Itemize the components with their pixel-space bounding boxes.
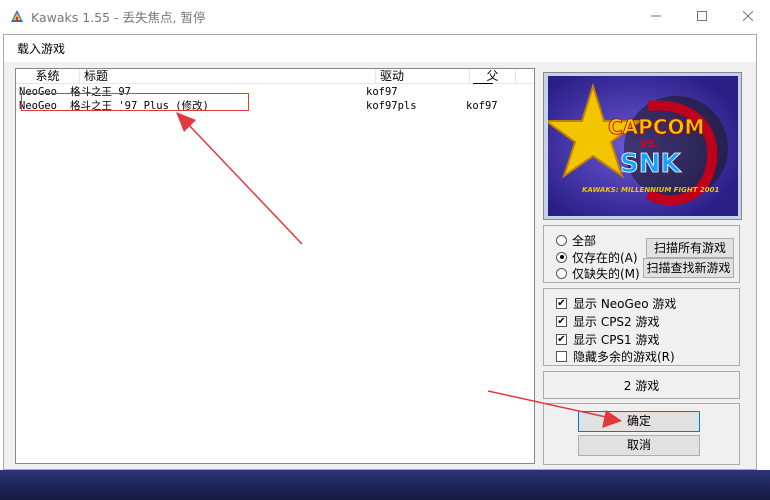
kawaks-app-icon <box>11 10 23 22</box>
radio-label: 全部 <box>572 233 597 248</box>
logo-snk: SNK <box>620 149 681 179</box>
checkbox-cps2[interactable]: ✔ 显示 CPS2 游戏 <box>556 312 660 330</box>
cell-driver: kof97 <box>366 86 398 98</box>
cancel-button[interactable]: 取消 <box>578 435 700 456</box>
checkbox-label: 显示 NeoGeo 游戏 <box>573 296 677 311</box>
game-count: 2 游戏 <box>623 379 660 393</box>
logo-subtitle: KAWAKS: MILLENNIUM FIGHT 2001 <box>582 186 720 194</box>
column-header-system[interactable]: 系统 <box>16 69 80 84</box>
window-edge <box>757 32 770 500</box>
column-header-driver[interactable]: 驱动 <box>376 69 470 84</box>
window-titlebar: Kawaks 1.55 - 丢失焦点, 暂停 <box>0 0 770 32</box>
logo-capcom: CAPCOM <box>608 115 704 139</box>
checkbox-checked-icon: ✔ <box>556 333 567 345</box>
game-preview: CAPCOM VS. SNK KAWAKS: MILLENNIUM FIGHT … <box>542 72 742 220</box>
window-title: Kawaks 1.55 - 丢失焦点, 暂停 <box>31 10 206 25</box>
scan-new-button[interactable]: 扫描查找新游戏 <box>643 258 734 278</box>
game-list[interactable]: 系统 标题 驱动 父 NeoGeo 格斗之王 97 kof97 NeoGeo 格… <box>15 68 535 464</box>
cell-parent: kof97 <box>466 100 498 112</box>
checkbox-label: 显示 CPS1 游戏 <box>573 332 660 347</box>
radio-icon-selected <box>556 251 567 263</box>
checkbox-label: 隐藏多余的游戏(R) <box>573 349 675 364</box>
cell-driver: kof97pls <box>366 100 417 112</box>
column-header-title[interactable]: 标题 <box>80 69 376 84</box>
radio-all[interactable]: 全部 <box>556 231 596 249</box>
checkbox-hide-extra[interactable]: 隐藏多余的游戏(R) <box>556 347 675 365</box>
radio-missing[interactable]: 仅缺失的(M) <box>556 264 640 282</box>
minimize-icon[interactable] <box>633 0 679 32</box>
radio-icon <box>556 267 567 279</box>
checkbox-neogeo[interactable]: ✔ 显示 NeoGeo 游戏 <box>556 294 676 312</box>
list-header: 系统 标题 驱动 父 <box>16 69 534 84</box>
checkbox-checked-icon: ✔ <box>556 315 567 327</box>
game-count-box: 2 游戏 <box>543 371 740 399</box>
maximize-icon[interactable] <box>679 0 725 32</box>
column-header-parent[interactable]: 父 <box>470 69 516 84</box>
close-icon[interactable] <box>725 0 770 32</box>
radio-label: 仅缺失的(M) <box>572 266 640 281</box>
checkbox-label: 显示 CPS2 游戏 <box>573 314 660 329</box>
highlight-annotation <box>21 93 249 111</box>
ok-button[interactable]: 确定 <box>578 411 700 432</box>
checkbox-cps1[interactable]: ✔ 显示 CPS1 游戏 <box>556 330 660 348</box>
dialog-title: 载入游戏 <box>17 42 66 56</box>
desktop-background <box>0 470 770 500</box>
display-options-group: ✔ 显示 NeoGeo 游戏 ✔ 显示 CPS2 游戏 ✔ 显示 CPS1 游戏… <box>543 288 740 366</box>
scan-all-button[interactable]: 扫描所有游戏 <box>646 238 734 258</box>
radio-label: 仅存在的(A) <box>572 250 638 265</box>
preview-image: CAPCOM VS. SNK KAWAKS: MILLENNIUM FIGHT … <box>542 76 738 216</box>
checkbox-unchecked-icon <box>556 350 567 362</box>
checkbox-checked-icon: ✔ <box>556 297 567 309</box>
radio-icon <box>556 234 567 246</box>
